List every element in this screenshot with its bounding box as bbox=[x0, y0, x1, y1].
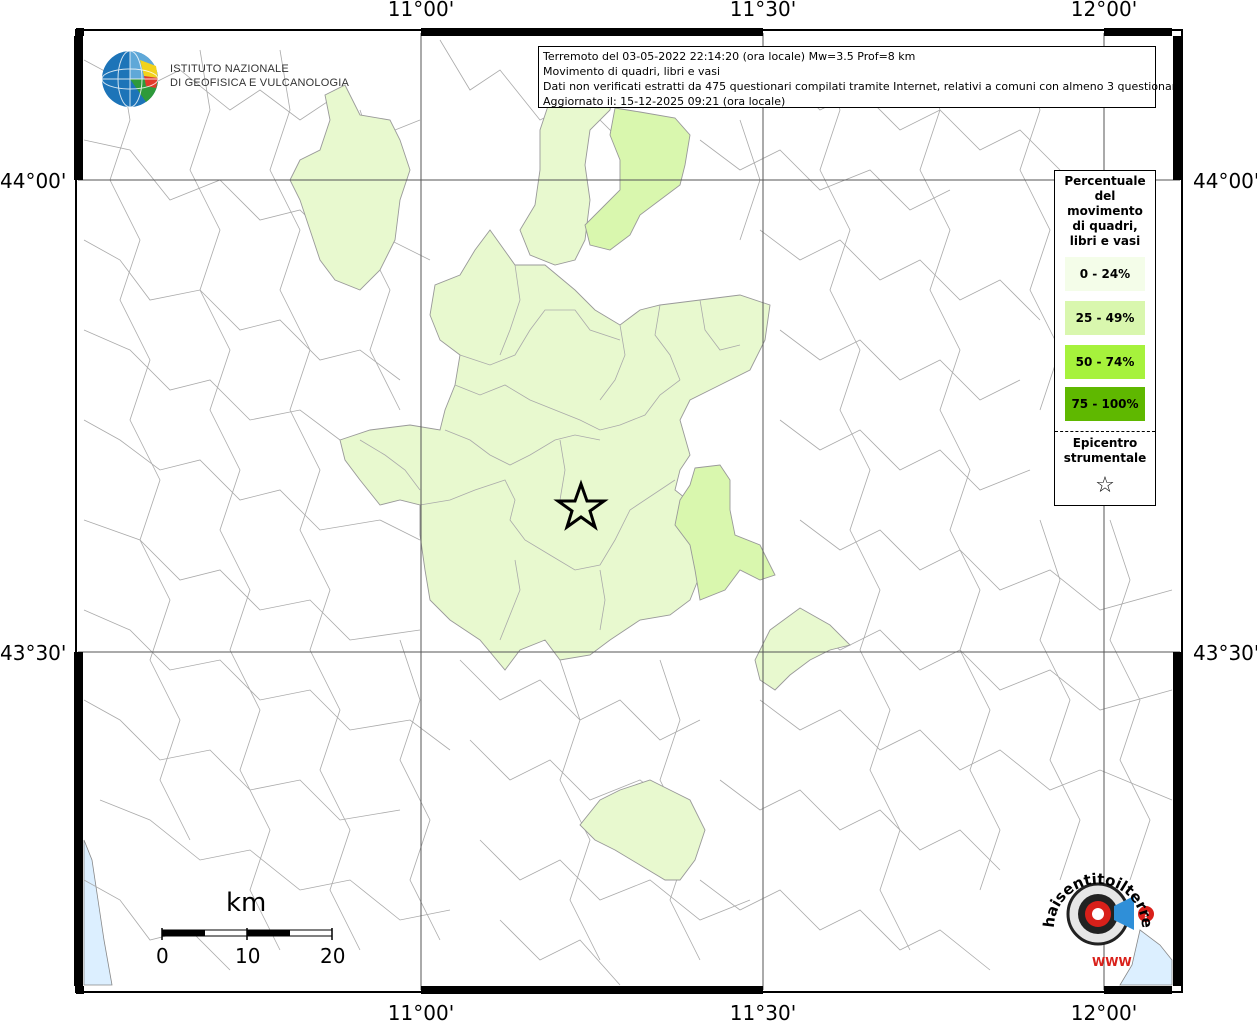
legend-title-line: Percentuale bbox=[1064, 174, 1146, 188]
legend-item-0-24: 0 - 24% bbox=[1065, 257, 1145, 291]
globe-icon bbox=[101, 50, 159, 108]
legend-title: Percentuale del movimento di quadri, lib… bbox=[1055, 171, 1155, 249]
legend-divider bbox=[1055, 431, 1155, 432]
event-updated: Aggiornato il: 15-12-2025 09:21 (ora loc… bbox=[543, 95, 786, 108]
legend-epicenter-label: Epicentro strumentale bbox=[1055, 436, 1155, 466]
lon-label-top-2: 11°30' bbox=[730, 0, 796, 21]
legend-title-line: movimento bbox=[1067, 204, 1143, 218]
legend-item-50-74: 50 - 74% bbox=[1065, 345, 1145, 379]
scale-tick-10: 10 bbox=[235, 944, 261, 968]
legend-item-75-100: 75 - 100% bbox=[1065, 387, 1145, 421]
lat-label-left-1: 44°00' bbox=[0, 169, 66, 193]
hai-sentito-logo: ? haisentitoilterremoto.it WWW bbox=[1026, 844, 1170, 978]
lon-label-bottom-2: 11°30' bbox=[730, 1001, 796, 1024]
municipality-area bbox=[584, 107, 691, 251]
legend-title-line: di quadri, bbox=[1072, 219, 1138, 233]
event-subtitle: Movimento di quadri, libri e vasi bbox=[543, 65, 721, 78]
logo-line-2: DI GEOFISICA E VULCANOLOGIA bbox=[170, 77, 349, 89]
legend-title-line: del bbox=[1094, 189, 1116, 203]
intensity-areas bbox=[289, 54, 851, 881]
scale-tick-20: 20 bbox=[320, 944, 346, 968]
event-title: Terremoto del 03-05-2022 22:14:20 (ora l… bbox=[543, 50, 916, 63]
ingv-logo: ISTITUTO NAZIONALE DI GEOFISICA E VULCAN… bbox=[100, 48, 349, 110]
legend-item-25-49: 25 - 49% bbox=[1065, 301, 1145, 335]
logo-line-1: ISTITUTO NAZIONALE bbox=[170, 63, 289, 75]
lat-label-right-1: 44°00' bbox=[1193, 169, 1257, 193]
scale-tick-0: 0 bbox=[156, 944, 169, 968]
scale-bar: km 0 10 20 bbox=[150, 888, 350, 978]
event-info-box: Terremoto del 03-05-2022 22:14:20 (ora l… bbox=[538, 46, 1183, 108]
lon-label-bottom-3: 12°00' bbox=[1071, 1001, 1137, 1024]
legend: Percentuale del movimento di quadri, lib… bbox=[1054, 170, 1156, 506]
municipality-area bbox=[579, 779, 706, 881]
event-data-note: Dati non verificati estratti da 475 ques… bbox=[543, 80, 1183, 93]
legend-epicenter-line-2: strumentale bbox=[1063, 451, 1147, 465]
lon-label-bottom-1: 11°00' bbox=[388, 1001, 454, 1024]
lat-label-left-2: 43°30' bbox=[0, 641, 66, 665]
megaphone-icon: ? haisentitoilterremoto.it WWW bbox=[1026, 844, 1156, 969]
municipality-area bbox=[754, 607, 851, 691]
legend-title-line: libri e vasi bbox=[1069, 234, 1141, 248]
lat-label-right-2: 43°30' bbox=[1193, 641, 1257, 665]
hst-www: WWW bbox=[1092, 955, 1132, 969]
legend-star-icon: ☆ bbox=[1095, 473, 1115, 498]
sea-west bbox=[83, 839, 113, 986]
lon-label-top-3: 12°00' bbox=[1071, 0, 1137, 21]
scale-bar-graphic bbox=[161, 928, 333, 940]
municipality-area bbox=[339, 229, 771, 671]
municipality-area bbox=[289, 84, 411, 291]
lon-label-top-1: 11°00' bbox=[388, 0, 454, 21]
legend-epicenter-line-1: Epicentro bbox=[1072, 436, 1138, 450]
